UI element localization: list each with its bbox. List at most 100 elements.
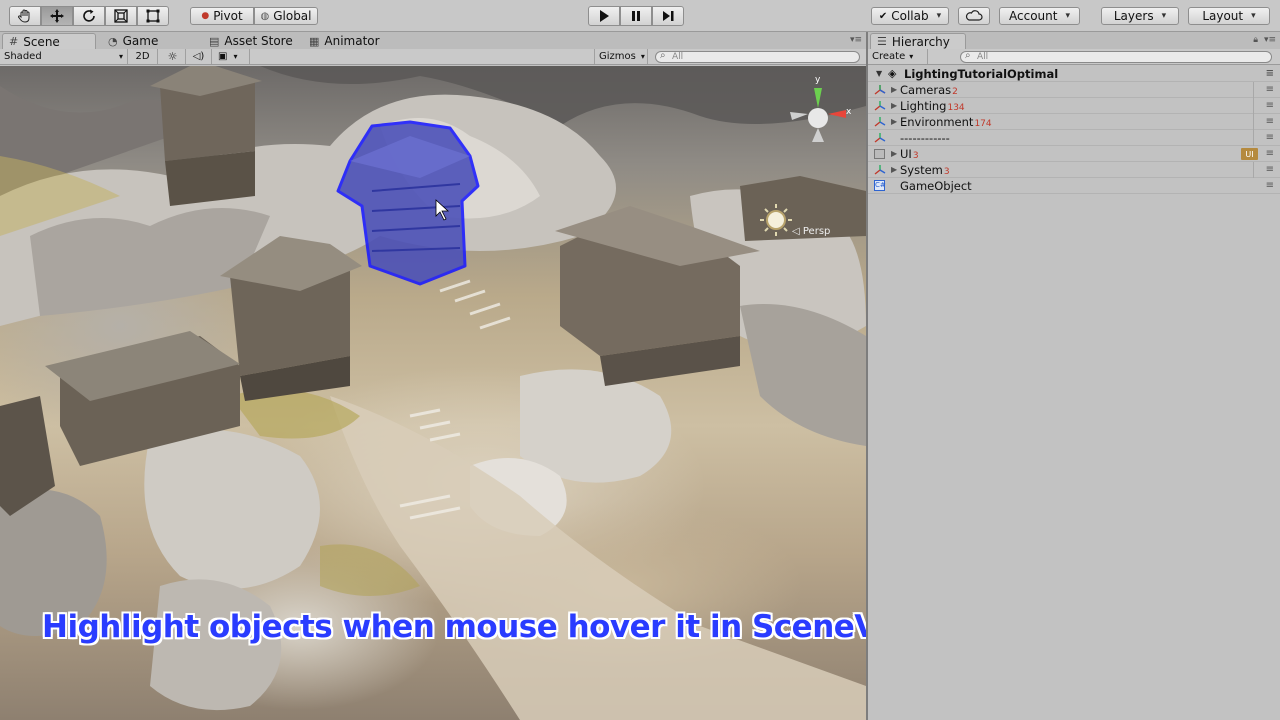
hierarchy-row-lighting[interactable]: ▶ Lighting134 ≡ [868, 98, 1280, 114]
scale-icon [114, 9, 128, 23]
row-menu-icon[interactable]: ≡ [1266, 100, 1274, 111]
rotate-tool-button[interactable] [73, 6, 105, 26]
persp-label[interactable]: ◁ Persp [792, 226, 830, 237]
row-menu-icon[interactable]: ≡ [1266, 68, 1274, 79]
scene-panel-menu-icon[interactable]: ▾≡ [850, 35, 862, 45]
tab-hierarchy[interactable]: ☰ Hierarchy [870, 33, 966, 49]
shading-mode-dropdown[interactable]: Shaded ▾ [0, 49, 128, 64]
row-menu-icon[interactable]: ≡ [1266, 132, 1274, 143]
rotate-icon [83, 9, 95, 22]
cloud-button[interactable] [958, 7, 990, 25]
row-label: System [900, 162, 943, 177]
layers-label: Layers [1113, 9, 1154, 23]
hierarchy-search-placeholder: All [977, 52, 989, 62]
pivot-icon: ● [201, 11, 210, 21]
layout-label: Layout [1202, 9, 1244, 23]
move-icon [50, 9, 64, 23]
layout-dropdown[interactable]: Layout [1188, 7, 1270, 25]
move-tool-button[interactable] [41, 6, 73, 26]
hierarchy-row-environment[interactable]: ▶ Environment174 ≡ [868, 114, 1280, 130]
expand-arrow-icon[interactable]: ▶ [891, 101, 897, 110]
transform-gizmo-icon [874, 116, 886, 127]
hierarchy-row-gameobject[interactable]: C# GameObject ≡ [868, 178, 1280, 194]
expand-arrow-icon[interactable]: ▶ [891, 149, 897, 158]
main-toolbar: ● Pivot ◍ Global ✔ Collab Account Layers… [0, 0, 1280, 32]
store-icon: ▤ [209, 34, 220, 48]
row-menu-icon[interactable]: ≡ [1266, 164, 1274, 175]
tab-game-label: Game [122, 34, 159, 48]
row-menu-icon[interactable]: ≡ [1266, 180, 1274, 191]
hierarchy-panel-menu-icon[interactable]: ▾≡ [1264, 35, 1276, 45]
layers-dropdown[interactable]: Layers [1101, 7, 1179, 25]
child-count: 174 [974, 118, 992, 129]
scene-viewport[interactable]: y x ◁ Persp Highlight objects when mouse… [0, 66, 866, 720]
collab-label: Collab [891, 9, 929, 23]
tab-animator[interactable]: ▦ Animator [303, 33, 393, 49]
animator-icon: ▦ [309, 34, 320, 48]
row-label: Cameras [900, 82, 952, 97]
list-icon: ☰ [877, 35, 887, 48]
hierarchy-tab-strip: ☰ Hierarchy 🔒︎ ▾≡ [868, 32, 1280, 49]
create-label: Create [872, 51, 906, 62]
pivot-toggle[interactable]: ● Pivot [190, 7, 254, 25]
speaker-icon: ◁) [192, 51, 205, 62]
hand-icon [18, 9, 30, 23]
scene-lighting-toggle[interactable]: ☼ [160, 49, 186, 64]
child-count: 2 [952, 86, 958, 97]
child-count: 3 [912, 150, 919, 161]
tab-scene[interactable]: # Scene [2, 33, 96, 49]
pause-button[interactable] [620, 6, 652, 26]
collab-dropdown[interactable]: ✔ Collab [871, 7, 949, 25]
expand-arrow-icon[interactable]: ▶ [891, 85, 897, 94]
gizmos-dropdown[interactable]: Gizmos ▾ [594, 49, 648, 64]
persp-text: Persp [802, 226, 831, 237]
scene-tab-strip: # Scene ◔ Game ▤ Asset Store ▦ Animator … [0, 32, 866, 49]
account-dropdown[interactable]: Account [999, 7, 1080, 25]
image-icon: ▣ [218, 51, 228, 62]
create-dropdown[interactable]: Create ▾ [868, 49, 928, 64]
hand-tool-button[interactable] [9, 6, 41, 26]
rect-tool-icon [146, 9, 160, 23]
row-label: Environment [900, 114, 974, 129]
grid-icon: # [9, 35, 19, 48]
row-label: ------------ [900, 130, 950, 145]
tab-animator-label: Animator [324, 34, 380, 48]
rect-tool-button[interactable] [137, 6, 169, 26]
cloud-icon [965, 10, 983, 21]
dropdown-arrow-icon: ▾ [118, 52, 123, 61]
hierarchy-row-system[interactable]: ▶ System3 ≡ [868, 162, 1280, 178]
step-icon [663, 11, 674, 21]
transform-gizmo-icon [874, 164, 886, 175]
row-label: GameObject [900, 178, 972, 193]
hierarchy-row-cameras[interactable]: ▶ Cameras2 ≡ [868, 82, 1280, 98]
hierarchy-search-input[interactable]: All [960, 51, 1272, 63]
tab-asset-store-label: Asset Store [224, 34, 293, 48]
hierarchy-list: ▼ ◈ LightingTutorialOptimal ≡ ▶ Cameras2… [868, 66, 1280, 720]
expand-arrow-icon[interactable]: ▶ [891, 165, 897, 174]
global-toggle[interactable]: ◍ Global [254, 7, 318, 25]
tab-game[interactable]: ◔ Game [102, 33, 196, 49]
row-menu-icon[interactable]: ≡ [1266, 148, 1274, 159]
hierarchy-row-ui[interactable]: ▶ UI3 UI ≡ [868, 146, 1280, 162]
row-menu-icon[interactable]: ≡ [1266, 116, 1274, 127]
child-count: 134 [947, 102, 965, 113]
row-label: Lighting [900, 98, 947, 113]
row-menu-icon[interactable]: ≡ [1266, 84, 1274, 95]
transform-gizmo-icon [874, 132, 886, 143]
hierarchy-row-separator[interactable]: ------------ ≡ [868, 130, 1280, 146]
lock-icon[interactable]: 🔒︎ [1253, 35, 1258, 45]
2d-toggle-button[interactable]: 2D [128, 49, 158, 64]
scale-tool-button[interactable] [105, 6, 137, 26]
scene-search-input[interactable]: All [655, 51, 860, 63]
scene-audio-toggle[interactable]: ◁) [186, 49, 212, 64]
highlighted-house[interactable] [336, 120, 480, 286]
svg-text:y: y [815, 75, 821, 85]
scene-effects-dropdown[interactable]: ▣ ▾ [214, 49, 250, 64]
step-button[interactable] [652, 6, 684, 26]
expand-arrow-icon[interactable]: ▶ [891, 117, 897, 126]
play-button[interactable] [588, 6, 620, 26]
tab-asset-store[interactable]: ▤ Asset Store [203, 33, 303, 49]
script-component-icon: C# [874, 180, 886, 191]
scene-root-row[interactable]: ▼ ◈ LightingTutorialOptimal ≡ [868, 66, 1280, 82]
row-label: UI [900, 146, 912, 161]
